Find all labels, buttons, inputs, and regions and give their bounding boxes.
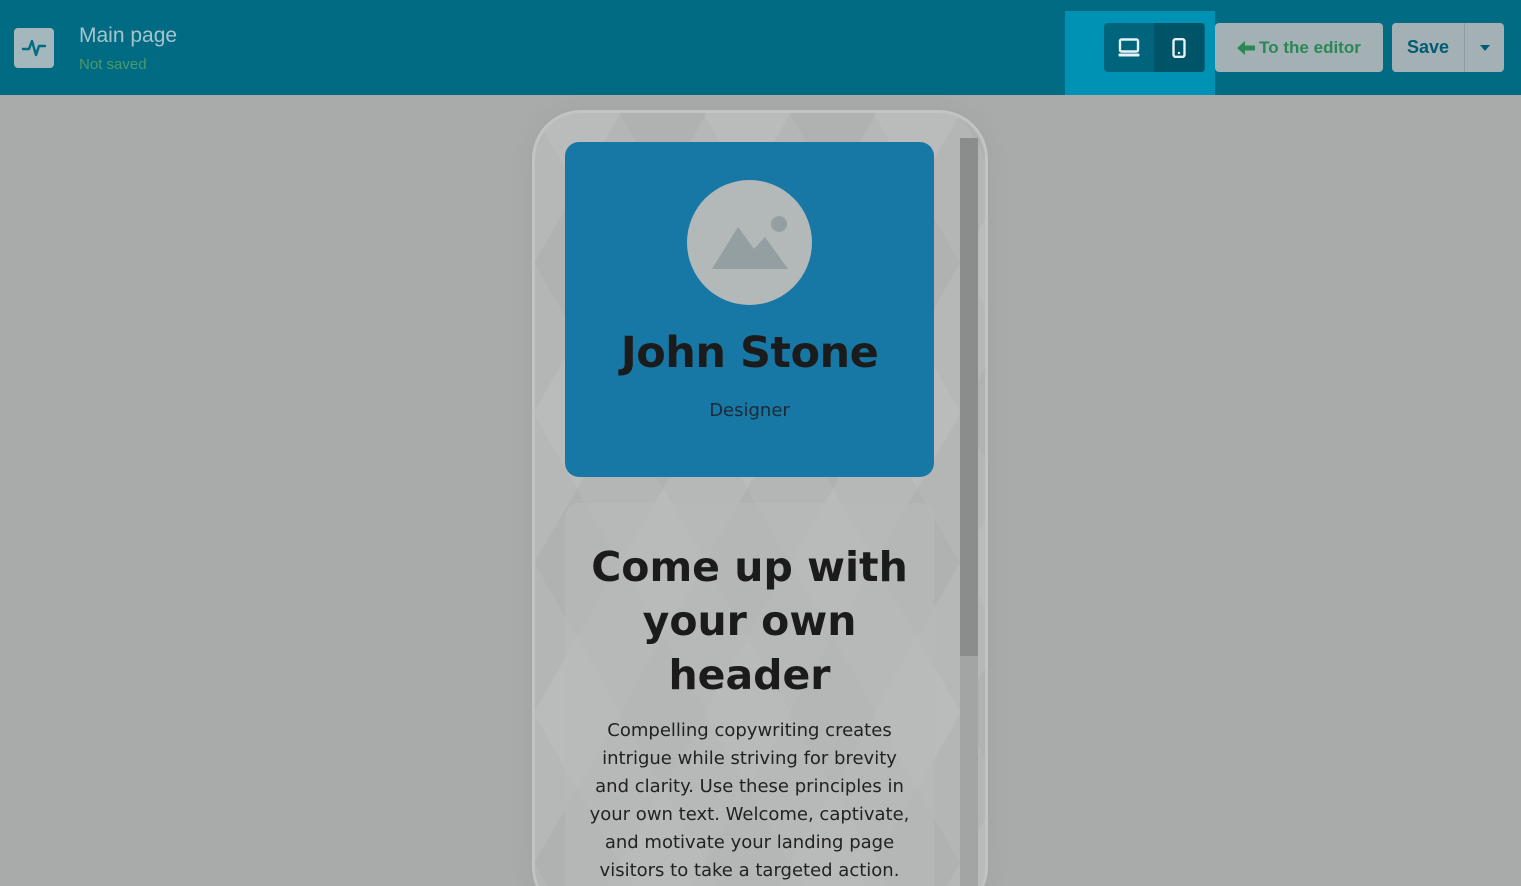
image-placeholder-icon (711, 215, 788, 269)
profile-role[interactable]: Designer (565, 400, 934, 421)
desktop-view-button[interactable] (1104, 23, 1154, 72)
content-body[interactable]: Compelling copywriting creates intrigue … (587, 717, 912, 885)
device-switcher-panel (1065, 11, 1215, 95)
device-toggle (1104, 23, 1205, 72)
smartphone-icon (1172, 37, 1186, 58)
mobile-view-button[interactable] (1154, 23, 1204, 72)
to-editor-button[interactable]: To the editor (1215, 23, 1383, 72)
to-editor-label: To the editor (1259, 37, 1361, 57)
save-button-group: Save (1392, 23, 1504, 72)
save-options-dropdown[interactable] (1465, 23, 1504, 72)
preview-scrollbar-thumb[interactable] (960, 138, 978, 656)
profile-name[interactable]: John Stone (565, 328, 934, 378)
caret-down-icon (1479, 44, 1490, 51)
arrow-left-icon (1237, 40, 1256, 55)
pulse-icon[interactable] (14, 28, 54, 68)
content-heading[interactable]: Come up with your own header (575, 540, 924, 702)
preview-scrollbar[interactable] (960, 138, 978, 886)
page-title: Main page (79, 24, 178, 47)
monitor-icon (1118, 37, 1140, 56)
content-card: Come up with your own header Compelling … (565, 503, 934, 886)
avatar[interactable] (687, 180, 812, 305)
top-bar: Main page Not saved To the editor Save (0, 0, 1521, 95)
save-button[interactable]: Save (1392, 23, 1465, 72)
save-status: Not saved (79, 56, 147, 73)
profile-card: John Stone Designer (565, 142, 934, 477)
mobile-preview-frame: John Stone Designer Come up with your ow… (535, 113, 985, 886)
